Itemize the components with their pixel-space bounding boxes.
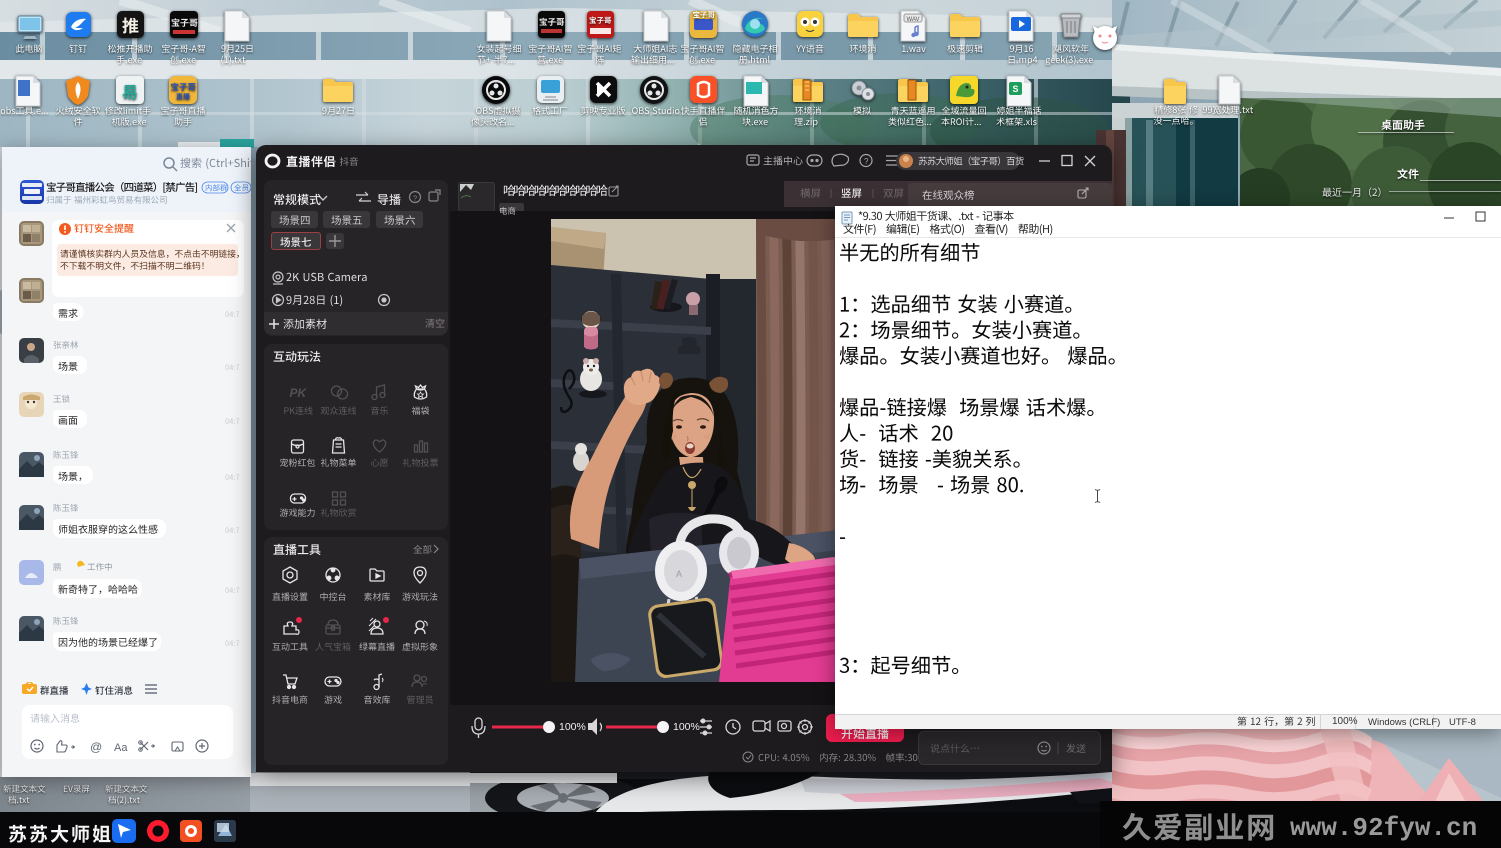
svg-text:@: @ <box>90 740 102 753</box>
svg-text:Aa: Aa <box>114 742 128 753</box>
